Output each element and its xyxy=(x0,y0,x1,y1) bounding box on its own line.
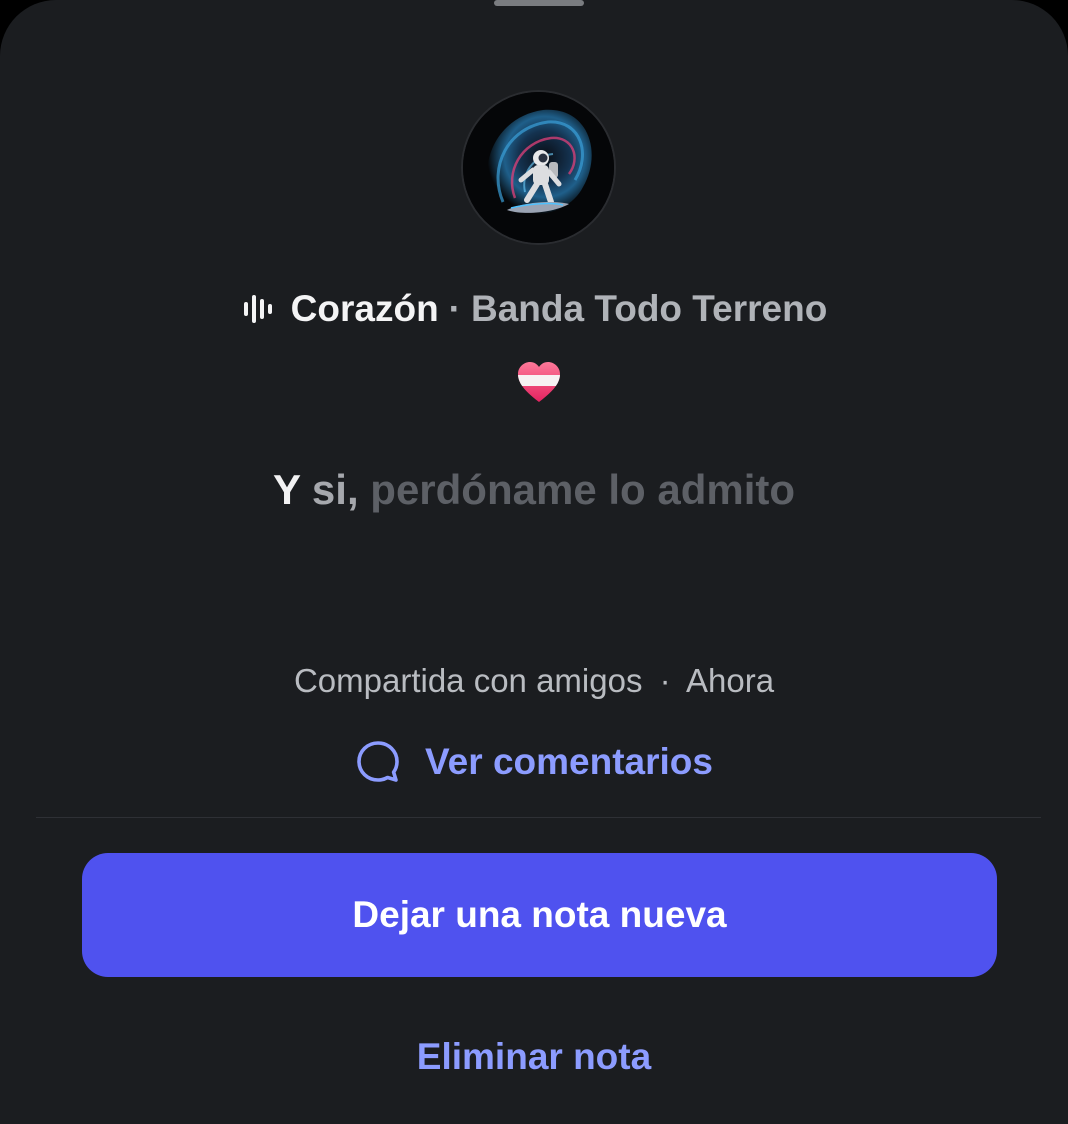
song-artist: Banda Todo Terreno xyxy=(471,288,828,329)
comment-bubble-icon xyxy=(357,741,399,782)
audio-bars-icon xyxy=(243,295,272,323)
leave-new-note-button[interactable]: Dejar una nota nueva xyxy=(82,853,997,977)
note-bottom-sheet: Corazón · Banda Todo Terreno Y si, perdó… xyxy=(0,0,1068,1124)
song-info[interactable]: Corazón · Banda Todo Terreno xyxy=(0,284,1068,334)
lyric-line: Y si, perdóname lo admito xyxy=(0,466,1068,522)
meta-separator: · xyxy=(659,662,671,699)
heart-emoji-icon xyxy=(518,362,560,402)
leave-new-note-label: Dejar una nota nueva xyxy=(352,894,727,935)
lyric-part-fading: si, xyxy=(311,466,359,513)
sheet-drag-handle[interactable] xyxy=(494,0,584,6)
lyric-part-active: Y xyxy=(272,466,301,513)
avatar[interactable] xyxy=(461,90,616,245)
delete-note-button[interactable]: Eliminar nota xyxy=(0,1036,1068,1088)
lyric-part-upcoming: perdóname lo admito xyxy=(370,466,796,513)
song-title: Corazón xyxy=(290,288,439,329)
timestamp: Ahora xyxy=(685,662,775,699)
view-comments-button[interactable]: Ver comentarios xyxy=(0,734,1068,790)
astronaut-surfer-image xyxy=(463,92,614,243)
audience-text: Compartida con amigos xyxy=(293,662,643,699)
view-comments-label: Ver comentarios xyxy=(425,741,713,782)
song-separator: · xyxy=(448,288,461,329)
share-meta: Compartida con amigos · Ahora xyxy=(0,662,1068,706)
divider xyxy=(36,817,1041,818)
